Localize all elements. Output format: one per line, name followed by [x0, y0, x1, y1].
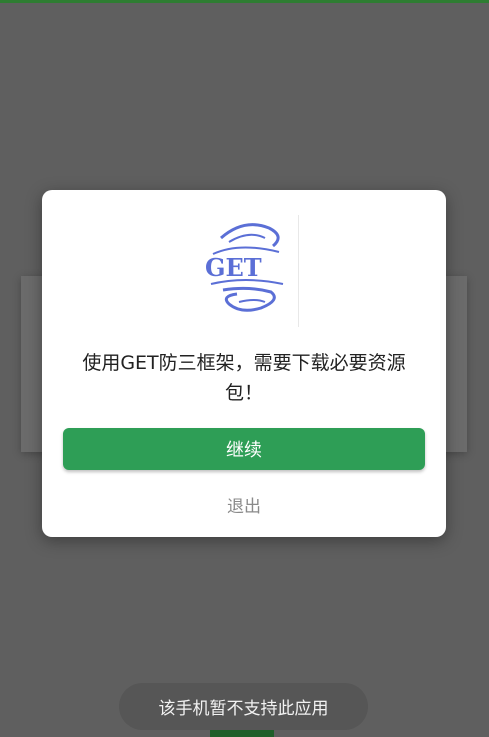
toast-message: 该手机暂不支持此应用 [119, 683, 368, 730]
download-dialog: GET 使用GET防三框架，需要下载必要资源包！ 继续 退出 [42, 190, 446, 537]
status-strip [0, 0, 489, 3]
logo-text: GET [205, 253, 262, 282]
continue-button[interactable]: 继续 [63, 428, 425, 470]
bottom-bar [210, 730, 274, 737]
dialog-message: 使用GET防三框架，需要下载必要资源包！ [82, 352, 406, 404]
logo-divider [298, 215, 299, 327]
get-logo-icon: GET [205, 223, 284, 312]
exit-button[interactable]: 退出 [194, 490, 294, 518]
